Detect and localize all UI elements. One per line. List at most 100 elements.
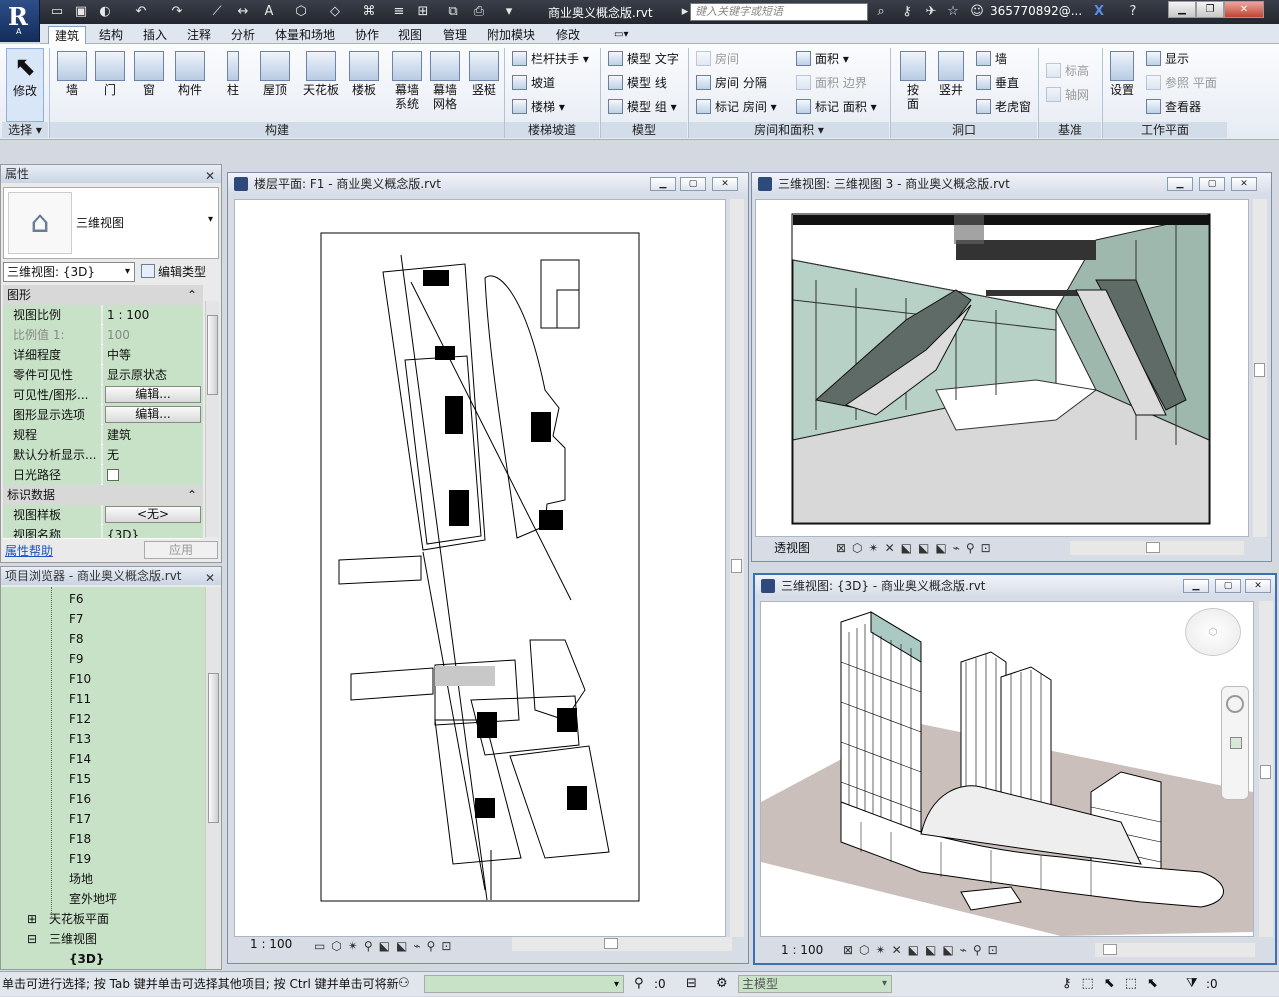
tab-structure[interactable]: 结构 — [93, 26, 129, 44]
prop-value[interactable]: 中等 — [103, 345, 203, 365]
sun-path-checkbox[interactable] — [107, 469, 119, 481]
tree-item-3d-views[interactable]: 三维视图 — [49, 929, 97, 949]
by-face-button[interactable]: 按面 — [896, 48, 930, 122]
tree-expand-icon[interactable]: ⊞ — [27, 909, 37, 929]
maximize-view-button[interactable]: ▢ — [680, 177, 706, 191]
scroll-thumb[interactable] — [604, 938, 618, 949]
viewcube-icon[interactable]: ⬡ — [1185, 608, 1241, 656]
tree-item-level[interactable]: F15 — [69, 769, 91, 789]
prop-row[interactable]: 视图名称 {3D} — [3, 525, 203, 539]
view-template-button[interactable]: <无> — [105, 506, 201, 523]
floor-button[interactable]: 楼板 — [344, 48, 384, 122]
help-icon[interactable]: ? — [1124, 3, 1142, 21]
view-control-icons[interactable]: ▭⬡✴⚲⬕⬕⌁⚲⊡ — [314, 939, 457, 953]
close-icon[interactable]: ✕ — [205, 569, 215, 587]
viewer-button[interactable]: 查看器 — [1146, 96, 1201, 118]
vg-edit-button[interactable]: 编辑... — [105, 386, 201, 403]
floor-plan-scale[interactable]: 1 : 100 — [250, 935, 292, 953]
scroll-thumb[interactable] — [1146, 542, 1160, 553]
worksets-icon[interactable]: ⚇ — [398, 972, 410, 996]
set-workplane-button[interactable]: 设置 — [1104, 48, 1140, 122]
area-button[interactable]: 面积 ▾ — [796, 48, 849, 70]
minimize-view-button[interactable]: ▁ — [1167, 177, 1193, 191]
filter-pin-icon[interactable]: ⚲ — [634, 972, 644, 996]
search-input[interactable]: 键入关键字或短语 — [690, 3, 868, 21]
tree-item-level[interactable]: F17 — [69, 809, 91, 829]
star-icon[interactable]: ☆ — [944, 3, 962, 21]
iso-3d-scale[interactable]: 1 : 100 — [781, 941, 823, 959]
user-icon[interactable]: ☺ — [968, 3, 986, 21]
iso-3d-hscroll[interactable] — [1095, 943, 1255, 957]
type-selector[interactable]: ⌂ 三维视图 ▾ — [3, 187, 219, 259]
vertical-opening-button[interactable]: 垂直 — [976, 72, 1019, 94]
minimize-view-button[interactable]: ▁ — [1183, 579, 1209, 593]
tree-item-level[interactable]: F10 — [69, 669, 91, 689]
prop-row[interactable]: 零件可见性 显示原状态 — [3, 365, 203, 385]
tree-item-level[interactable]: 室外地坪 — [69, 889, 117, 909]
model-text-button[interactable]: 模型 文字 — [608, 48, 679, 70]
column-button[interactable]: 柱 — [213, 48, 253, 122]
tree-item-level[interactable]: F18 — [69, 829, 91, 849]
thin-lines-icon[interactable]: ≡ — [390, 3, 408, 21]
ceiling-button[interactable]: 天花板 — [300, 48, 342, 122]
binoculars-icon[interactable]: ⌕ — [872, 3, 890, 21]
panel-room[interactable]: 房间和面积 ▾ — [689, 122, 889, 138]
tree-item-level[interactable]: F11 — [69, 689, 91, 709]
tree-collapse-icon[interactable]: ⊟ — [27, 929, 37, 949]
tab-view[interactable]: 视图 — [392, 26, 428, 44]
tab-annotate[interactable]: 注释 — [181, 26, 217, 44]
save-icon[interactable]: ▣ — [72, 3, 90, 21]
app-menu-button[interactable]: R A — [0, 0, 40, 42]
iso-3d-canvas[interactable]: ⬡ — [760, 601, 1254, 937]
tab-architecture[interactable]: 建筑 — [48, 26, 87, 44]
prop-row[interactable]: 日光路径 — [3, 465, 203, 485]
scroll-thumb[interactable] — [1260, 765, 1271, 779]
level-button[interactable]: 标高 — [1046, 60, 1089, 82]
scroll-thumb[interactable] — [731, 559, 742, 573]
user-name[interactable]: 365770892@... — [990, 4, 1082, 18]
group-graphics[interactable]: 图形 ⌃ — [3, 285, 203, 305]
floor-plan-hscroll[interactable] — [512, 937, 732, 951]
restore-button[interactable]: ❐ — [1196, 1, 1224, 18]
wall-opening-button[interactable]: 墙 — [976, 48, 1007, 70]
print-icon[interactable]: ⎙ — [470, 3, 488, 21]
edit-type-button[interactable]: 编辑类型 — [141, 262, 206, 282]
scroll-thumb[interactable] — [1254, 363, 1265, 377]
floor-plan-titlebar[interactable]: 楼层平面: F1 - 商业奥义概念版.rvt ▁ ▢ ✕ — [228, 173, 748, 195]
tree-item-level[interactable]: 场地 — [69, 869, 93, 889]
satellite-icon[interactable]: ✈ — [922, 3, 940, 21]
tree-item-level[interactable]: F7 — [69, 609, 84, 629]
zoom-icon[interactable] — [1230, 737, 1242, 749]
prop-value[interactable]: 显示原状态 — [103, 365, 203, 385]
room-button[interactable]: 房间 — [696, 48, 739, 70]
workset-dropdown[interactable]: ▾ — [424, 975, 624, 993]
graphic-display-edit-button[interactable]: 编辑... — [105, 406, 201, 423]
dormer-button[interactable]: 老虎窗 — [976, 96, 1031, 118]
component-button[interactable]: 构件 — [170, 48, 210, 122]
view-control-icons[interactable]: ⊠⬡✴✕⬕⬕⬕⌁⚲⊡ — [843, 943, 1004, 957]
close-button[interactable]: ✕ — [1224, 1, 1264, 18]
exchange-icon[interactable]: X — [1090, 3, 1108, 21]
prop-row[interactable]: 视图比例 1 : 100 — [3, 305, 203, 325]
undo-icon[interactable]: ↶ — [132, 3, 150, 21]
prop-value[interactable]: 建筑 — [103, 425, 203, 445]
prop-row[interactable]: 规程 建筑 — [3, 425, 203, 445]
filter-icon[interactable]: ⧩ — [1186, 972, 1198, 996]
model-group-button[interactable]: 模型 组 ▾ — [608, 96, 677, 118]
open-icon[interactable]: ▭ — [48, 3, 66, 21]
apply-button[interactable]: 应用 — [144, 541, 218, 559]
view-selector-dropdown[interactable]: 三维视图: {3D} ▾ — [3, 262, 135, 282]
maximize-view-button[interactable]: ▢ — [1215, 579, 1241, 593]
tab-modify[interactable]: 修改 — [550, 26, 586, 44]
perspective-vscroll[interactable] — [1253, 199, 1267, 537]
navigation-bar[interactable] — [1221, 686, 1249, 800]
prop-value[interactable]: {3D} — [103, 525, 203, 538]
prop-value[interactable]: 1 : 100 — [103, 305, 203, 325]
door-button[interactable]: 门 — [90, 48, 130, 122]
tree-item-level[interactable]: F13 — [69, 729, 91, 749]
design-options-icon[interactable]: ⊟ — [686, 972, 697, 996]
editable-only-icon[interactable]: ⚙ — [716, 972, 728, 996]
properties-help-link[interactable]: 属性帮助 — [5, 542, 53, 559]
tab-collaborate[interactable]: 协作 — [349, 26, 385, 44]
floor-plan-vscroll[interactable] — [730, 199, 744, 937]
